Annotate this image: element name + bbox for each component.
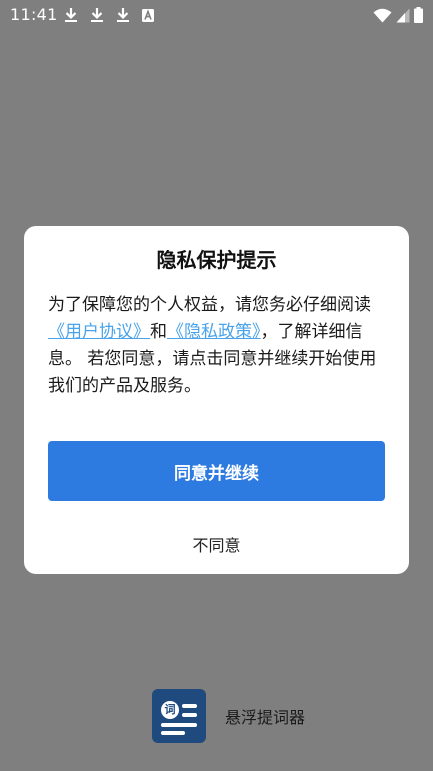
wifi-icon <box>373 8 392 23</box>
dialog-title: 隐私保护提示 <box>156 248 277 272</box>
agree-continue-button[interactable]: 同意并继续 <box>48 441 385 501</box>
system-icons <box>373 5 423 25</box>
app-branding: 词 悬浮提词器 <box>152 689 305 743</box>
logo-char: 词 <box>164 703 176 716</box>
app-name: 悬浮提词器 <box>225 708 306 727</box>
signal-icon <box>396 8 410 23</box>
notification-icons <box>64 5 154 25</box>
privacy-dialog: 隐私保护提示 为了保障您的个人权益，请您务必仔细阅读《用户协议》和《隐私政策》，… <box>24 226 409 574</box>
disagree-button[interactable]: 不同意 <box>24 529 409 559</box>
teleprompter-logo-icon: 词 <box>152 689 206 743</box>
privacy-policy-link[interactable]: 《隐私政策》 <box>167 322 261 342</box>
download-icon <box>116 7 130 23</box>
dialog-message: 为了保障您的个人权益，请您务必仔细阅读《用户协议》和《隐私政策》，了解详细信息。… <box>48 292 385 400</box>
download-icon <box>64 7 78 23</box>
a-box-icon <box>142 8 154 22</box>
download-icon <box>90 7 104 23</box>
battery-icon <box>414 7 423 23</box>
message-text-and: 和 <box>150 322 167 342</box>
status-time: 11:41 <box>10 5 58 24</box>
status-bar: 11:41 <box>0 0 433 30</box>
message-text-intro: 为了保障您的个人权益，请您务必仔细阅读 <box>48 295 371 315</box>
user-agreement-link[interactable]: 《用户协议》 <box>48 322 150 342</box>
